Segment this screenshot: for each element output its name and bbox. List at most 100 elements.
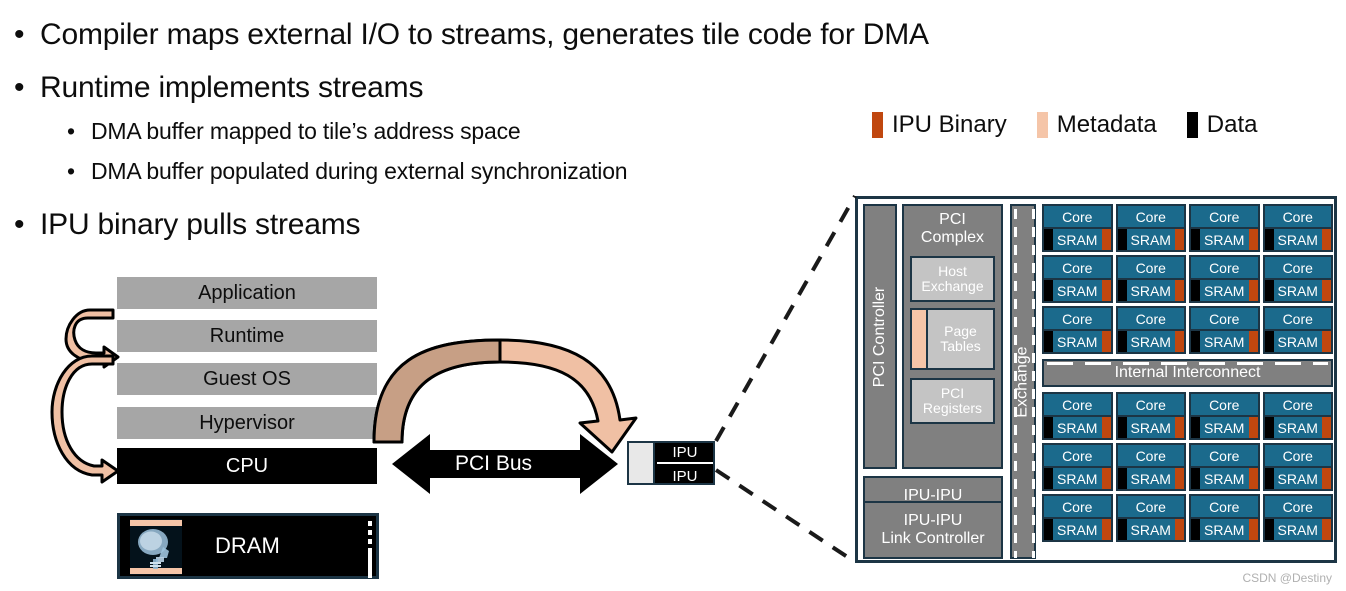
core-tile: Core SRAM [1115,204,1186,252]
ipu-binary-bar [1322,280,1331,301]
ipu-binary-bar [1101,417,1111,438]
data-bar [1191,229,1200,250]
core-label: Core [1117,257,1184,278]
core-tile: Core SRAM [1189,443,1260,491]
sram-label: SRAM [1200,229,1249,250]
ipu-binary-bar [1175,229,1184,250]
dram-data-ticks [368,521,372,578]
sram-row: SRAM [1044,331,1111,352]
sram-row: SRAM [1191,519,1258,540]
data-bar [1044,468,1053,489]
ipu-binary-bar [1175,280,1184,301]
dram-label: DRAM [215,533,280,558]
ipu-binary-bar [1248,468,1258,489]
core-tile: Core SRAM [1262,392,1333,440]
sram-label: SRAM [1273,417,1322,438]
exchange-bus: Exchange [1010,204,1036,559]
ipu-binary-bar [1101,280,1111,301]
sram-label: SRAM [1126,280,1175,301]
sram-label: SRAM [1200,417,1249,438]
ipu-binary-bar [1101,519,1111,540]
sram-label: SRAM [1200,331,1249,352]
ipu-binary-bar [1322,519,1331,540]
tile-field: Core SRAM Core SRAM Core SRAM Core SRAM Core SRAM… [1042,204,1333,542]
core-tile: Core SRAM [1262,443,1333,491]
internal-interconnect-label: Internal Interconnect [1114,364,1261,381]
data-bar [1191,468,1200,489]
stack-layer-runtime: Runtime [117,320,377,352]
pci-bus-label: PCI Bus [455,452,533,475]
bullet-text: Compiler maps external I/O to streams, g… [40,18,929,51]
pci-complex-title: PCI Complex [904,211,1001,248]
sram-row: SRAM [1191,280,1258,301]
sram-label: SRAM [1200,468,1249,489]
ipu-binary-bar [1322,417,1331,438]
core-label: Core [1191,496,1258,517]
core-tile: Core SRAM [1042,392,1113,440]
ipu-binary-bar [1101,331,1111,352]
interconnect-dash [1047,362,1328,365]
core-label: Core [1044,496,1111,517]
pci-controller-label: PCI Controller [871,286,889,387]
ipu-binary-bar [1322,229,1331,250]
bullet-level2-1: • DMA buffer mapped to tile’s address spa… [67,118,521,144]
stack-layer-label: CPU [225,454,269,477]
data-bar [1044,417,1053,438]
ipu-binary-bar [1175,331,1184,352]
ipu-binary-bar [1248,331,1258,352]
core-tile: Core SRAM [1262,204,1333,252]
core-tile: Core SRAM [1042,494,1113,542]
ipu-card-row-2: IPU [672,468,698,485]
core-tile: Core SRAM [1189,494,1260,542]
core-tile: Core SRAM [1189,255,1260,303]
skull-icon [138,529,169,569]
sram-label: SRAM [1053,280,1102,301]
curved-arrow-runtime-guestos [64,308,120,369]
core-label: Core [1264,257,1331,278]
bullet-glyph: • [14,18,25,51]
data-bar [1264,331,1274,352]
curved-arrow-guestos-cpu [50,354,120,484]
stack-layer-guest-os: Guest OS [117,363,377,395]
ipu-binary-bar [1248,417,1258,438]
core-tile: Core SRAM [1115,443,1186,491]
sram-row: SRAM [1264,417,1331,438]
sram-label: SRAM [1126,331,1175,352]
sram-label: SRAM [1053,468,1102,489]
bullet-level1-2: • Runtime implements streams [14,71,423,104]
core-label: Core [1044,308,1111,329]
legend: IPU Binary Metadata Data [872,111,1257,139]
sram-label: SRAM [1273,280,1322,301]
pci-complex-block: PCI Complex Host Exchange Page Tables PC… [902,204,1003,469]
sram-row: SRAM [1264,280,1331,301]
core-tile: Core SRAM [1262,255,1333,303]
metadata-bar-top [130,520,182,526]
pci-registers-line2: Registers [922,400,983,416]
sram-row: SRAM [1264,331,1331,352]
data-bar [1264,280,1274,301]
bullet-text: Runtime implements streams [40,71,424,104]
sram-label: SRAM [1126,417,1175,438]
stack-layer-label: Guest OS [203,367,291,390]
bullet-glyph: • [67,158,75,184]
sram-row: SRAM [1117,280,1184,301]
bullet-text: IPU binary pulls streams [40,208,361,241]
core-label: Core [1264,394,1331,415]
sram-row: SRAM [1264,519,1331,540]
sram-row: SRAM [1191,417,1258,438]
legend-item-data: Data [1186,111,1257,139]
sram-row: SRAM [1044,417,1111,438]
legend-swatch-icon [872,112,883,138]
core-tile: Core SRAM [1115,494,1186,542]
data-bar [1044,280,1053,301]
core-label: Core [1191,257,1258,278]
data-bar [1117,468,1127,489]
core-tile: Core SRAM [1115,255,1186,303]
data-bar [1191,331,1200,352]
ipu-binary-bar [1101,229,1111,250]
data-bar [1117,417,1127,438]
core-label: Core [1191,308,1258,329]
page-tables-metadata-bar [912,310,928,368]
ipu-binary-bar [1175,519,1184,540]
tile-grid-bottom: Core SRAM Core SRAM Core SRAM Core SRAM Core SRAM… [1042,392,1333,542]
